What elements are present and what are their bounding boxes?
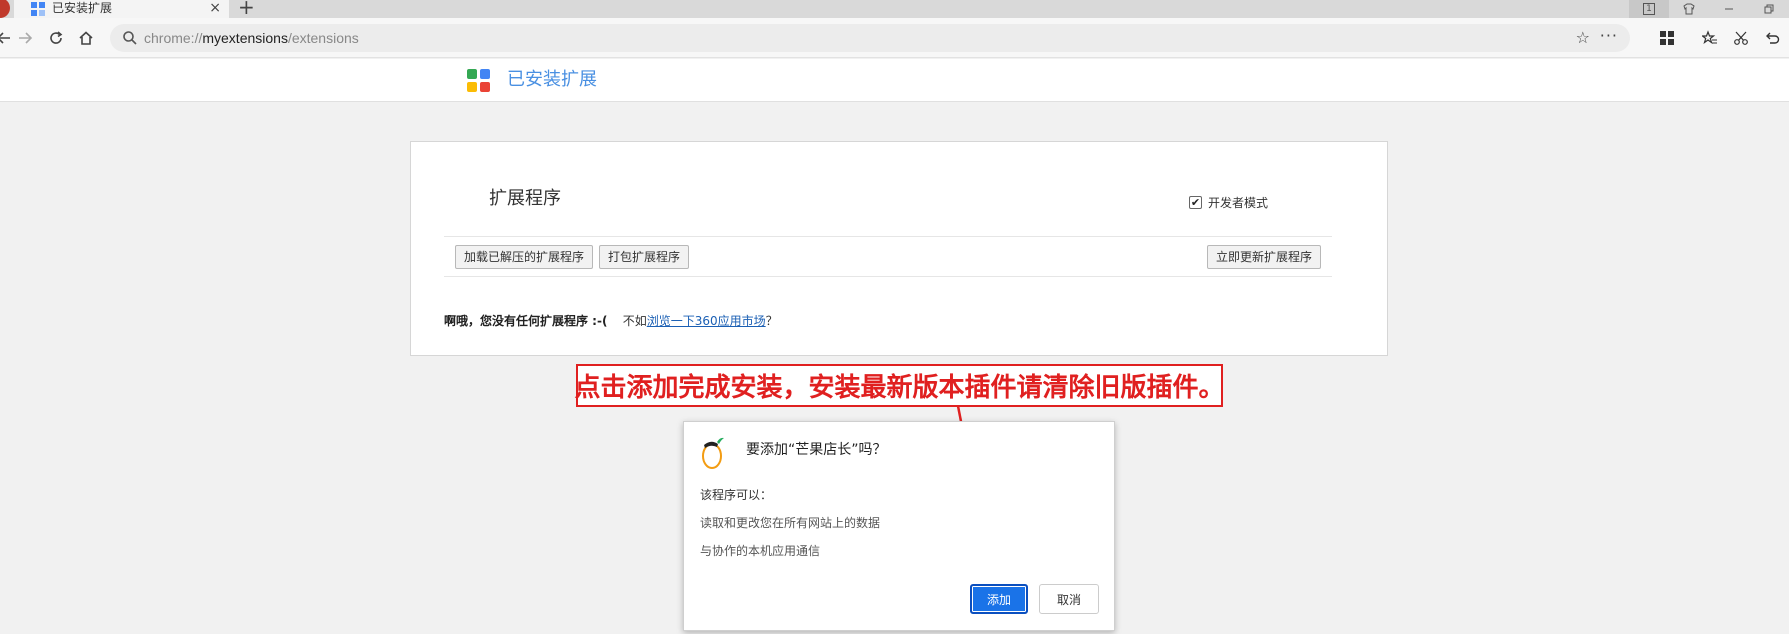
add-button[interactable]: 添加 bbox=[970, 584, 1028, 614]
page-title: 已安装扩展 bbox=[507, 69, 597, 90]
back-icon[interactable] bbox=[0, 28, 14, 48]
mango-extension-icon bbox=[702, 437, 724, 469]
load-unpacked-button[interactable]: 加载已解压的扩展程序 bbox=[455, 245, 594, 269]
dev-mode-label: 开发者模式 bbox=[1208, 196, 1269, 210]
forward-icon[interactable] bbox=[15, 28, 35, 48]
tab-close-icon[interactable]: × bbox=[209, 0, 221, 16]
add-extension-dialog: 要添加“芒果店长”吗？ 该程序可以： 读取和更改您在所有网站上的数据 与协作的本… bbox=[683, 421, 1115, 631]
empty-message: 啊哦，您没有任何扩展程序 :-( 不如浏览一下360应用市场？ bbox=[444, 314, 778, 328]
minimize-icon[interactable] bbox=[1709, 0, 1749, 18]
cancel-button[interactable]: 取消 bbox=[1039, 584, 1099, 614]
tab-strip: 已安装扩展 × + 1 bbox=[0, 0, 1789, 18]
bookmark-star-icon[interactable]: ☆ bbox=[1576, 28, 1590, 47]
dev-mode-checkbox[interactable]: ✔ bbox=[1189, 196, 1202, 209]
tab-extensions[interactable]: 已安装扩展 × bbox=[14, 0, 229, 18]
extensions-panel: 扩展程序 ✔ 开发者模式 加载已解压的扩展程序 打包扩展程序 立即更新扩展程序 … bbox=[410, 141, 1388, 356]
address-bar[interactable]: chrome://myextensions/extensions ☆ ··· bbox=[110, 24, 1630, 52]
dialog-title: 要添加“芒果店长”吗？ bbox=[746, 442, 887, 458]
window-controls: 1 bbox=[1629, 0, 1789, 18]
permission-item: 读取和更改您在所有网站上的数据 bbox=[700, 516, 881, 530]
home-icon[interactable] bbox=[76, 28, 96, 48]
instruction-annotation: 点击添加完成安装，安装最新版本插件请清除旧版插件。 bbox=[574, 364, 1225, 407]
address-url: chrome://myextensions/extensions bbox=[144, 30, 359, 46]
scissors-icon[interactable] bbox=[1730, 27, 1752, 49]
extensions-button-row: 加载已解压的扩展程序 打包扩展程序 立即更新扩展程序 bbox=[444, 236, 1332, 277]
dev-mode-toggle[interactable]: ✔ 开发者模式 bbox=[1189, 194, 1268, 211]
extensions-heading: 扩展程序 bbox=[489, 188, 561, 209]
search-icon bbox=[123, 31, 137, 45]
annotation-text: 点击添加完成安装，安装最新版本插件请清除旧版插件。 bbox=[574, 373, 1225, 403]
permission-item: 与协作的本机应用通信 bbox=[700, 544, 821, 558]
browser-toolbar: chrome://myextensions/extensions ☆ ··· bbox=[0, 18, 1789, 58]
app-market-link[interactable]: 浏览一下360应用市场 bbox=[647, 314, 766, 328]
more-dots-icon[interactable]: ··· bbox=[1600, 26, 1618, 45]
page-header: 已安装扩展 bbox=[0, 59, 1789, 102]
tab-title: 已安装扩展 bbox=[52, 1, 113, 15]
skin-icon[interactable] bbox=[1669, 0, 1709, 18]
extensions-favicon-icon bbox=[31, 2, 45, 16]
undo-icon[interactable] bbox=[1761, 27, 1783, 49]
browser-logo-icon bbox=[0, 0, 10, 18]
restore-icon[interactable] bbox=[1749, 0, 1789, 18]
favorites-icon[interactable] bbox=[1699, 27, 1721, 49]
permissions-heading: 该程序可以： bbox=[700, 488, 773, 502]
update-extensions-button[interactable]: 立即更新扩展程序 bbox=[1206, 245, 1321, 269]
apps-grid-icon[interactable] bbox=[1656, 27, 1678, 49]
extensions-logo-icon bbox=[467, 69, 491, 93]
window-count-button[interactable]: 1 bbox=[1629, 0, 1669, 18]
pack-extension-button[interactable]: 打包扩展程序 bbox=[599, 245, 690, 269]
new-tab-button[interactable]: + bbox=[238, 0, 255, 17]
reload-icon[interactable] bbox=[46, 28, 66, 48]
